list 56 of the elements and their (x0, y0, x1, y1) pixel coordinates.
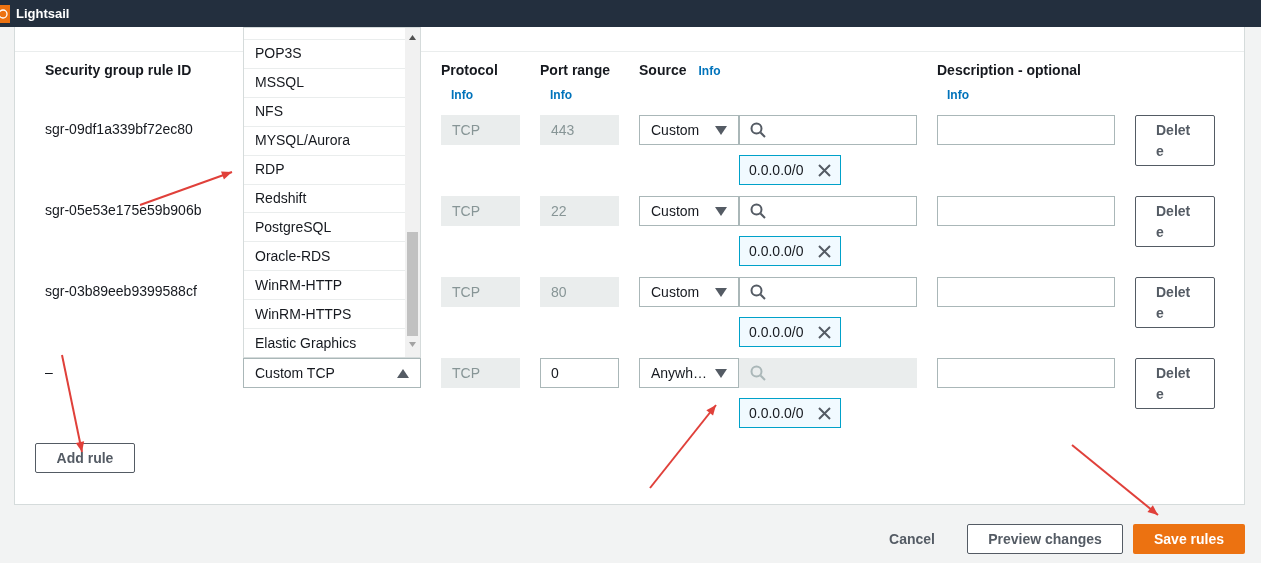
source-select[interactable]: Custom (639, 196, 739, 226)
close-icon[interactable] (818, 406, 831, 420)
cidr-token: 0.0.0.0/0 (739, 317, 841, 347)
search-field[interactable] (739, 115, 917, 145)
close-icon[interactable] (818, 244, 831, 258)
delete-button[interactable]: Delete (1135, 358, 1215, 409)
cancel-button[interactable]: Cancel (867, 524, 957, 554)
search-icon (750, 203, 766, 219)
description-field[interactable] (937, 115, 1115, 145)
description-field[interactable] (937, 358, 1115, 388)
close-icon[interactable] (818, 325, 831, 339)
info-link[interactable]: Info (451, 86, 540, 104)
source-select[interactable]: Anywh… (639, 358, 739, 388)
column-header: Protocol (441, 61, 499, 80)
preview-changes-button[interactable]: Preview changes (967, 524, 1123, 554)
column-header: Security group rule ID (45, 62, 192, 78)
app-title: Lightsail (16, 4, 70, 23)
add-rule-button[interactable]: Add rule (35, 443, 135, 473)
search-icon (750, 365, 766, 381)
caret-down-icon (715, 287, 727, 297)
caret-down-icon (715, 368, 727, 378)
scrollbar[interactable] (405, 28, 420, 357)
port-field[interactable]: 0 (540, 358, 619, 388)
source-select[interactable]: Custom (639, 277, 739, 307)
scroll-down-icon[interactable] (409, 342, 416, 347)
column-header: Port range (540, 61, 611, 80)
delete-button[interactable]: Delete (1135, 115, 1215, 166)
scrollbar-thumb[interactable] (407, 232, 418, 336)
caret-down-icon (715, 206, 727, 216)
rule-id: sgr-09df1a339bf72ec80 (45, 121, 193, 137)
scroll-up-icon[interactable] (409, 35, 416, 40)
type-select[interactable]: Custom TCP (243, 358, 421, 388)
delete-button[interactable]: Delete (1135, 277, 1215, 328)
logo-icon (0, 4, 10, 23)
cidr-token: 0.0.0.0/0 (739, 236, 841, 266)
column-header: Source (639, 61, 687, 80)
cidr-token: 0.0.0.0/0 (739, 398, 841, 428)
rule-id: – (45, 364, 53, 380)
info-link[interactable]: Info (698, 62, 721, 80)
caret-up-icon (397, 368, 409, 378)
search-icon (750, 122, 766, 138)
search-field[interactable] (739, 196, 917, 226)
cidr-token: 0.0.0.0/0 (739, 155, 841, 185)
rule-id: sgr-05e53e175e59b906b (45, 202, 202, 218)
rule-id: sgr-03b89eeb9399588cf (45, 283, 197, 299)
description-field[interactable] (937, 277, 1115, 307)
search-field[interactable] (739, 277, 917, 307)
info-link[interactable]: Info (550, 86, 639, 104)
info-link[interactable]: Info (947, 86, 1135, 104)
delete-button[interactable]: Delete (1135, 196, 1215, 247)
source-select[interactable]: Custom (639, 115, 739, 145)
description-field[interactable] (937, 196, 1115, 226)
caret-down-icon (715, 125, 727, 135)
column-header: Description - optional (937, 61, 1082, 80)
search-icon (750, 284, 766, 300)
close-icon[interactable] (818, 163, 831, 177)
